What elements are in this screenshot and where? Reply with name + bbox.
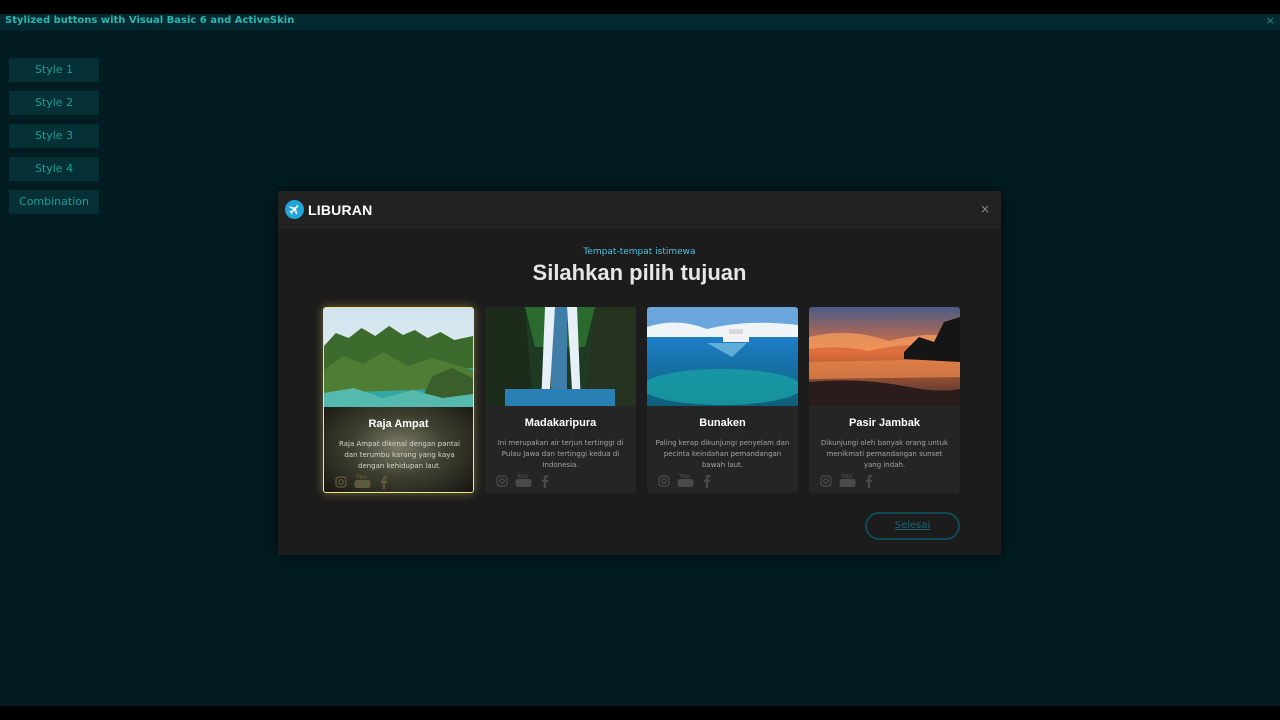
dialog-header: LIBURAN ×	[278, 191, 1001, 229]
card-social-icons: You	[820, 472, 900, 489]
card-title: Pasir Jambak	[849, 417, 920, 429]
card-body: Bunaken Paling kerap dikunjungi penyelam…	[647, 406, 798, 493]
destination-card-raja-ampat[interactable]: Raja Ampat Raja Ampat dikenal dengan pan…	[323, 307, 474, 493]
destination-card-pasir-jambak[interactable]: Pasir Jambak Dikunjungi oleh banyak oran…	[809, 307, 960, 493]
instagram-icon[interactable]	[496, 475, 508, 487]
card-title: Bunaken	[699, 417, 746, 429]
dialog-headline: Silahkan pilih tujuan	[532, 260, 747, 285]
card-social-icons: You	[658, 472, 738, 489]
card-description: Paling kerap dikunjungi penyelam dan pec…	[655, 439, 790, 469]
done-button[interactable]: Selesai	[865, 512, 960, 540]
card-title: Madakaripura	[524, 417, 597, 429]
instagram-icon[interactable]	[658, 475, 670, 487]
style-1-button[interactable]: Style 1	[9, 58, 99, 82]
style-3-button[interactable]: Style 3	[9, 124, 99, 148]
card-social-icons: You	[496, 472, 576, 489]
card-body: Raja Ampat Raja Ampat dikenal dengan pan…	[324, 407, 473, 492]
close-icon[interactable]: ×	[1266, 14, 1275, 27]
window-title: Stylized buttons with Visual Basic 6 and…	[5, 15, 295, 26]
style-2-button[interactable]: Style 2	[9, 91, 99, 115]
brand-name: LIBURAN	[308, 202, 373, 218]
card-description: Dikunjungi oleh banyak orang untuk menik…	[820, 439, 949, 469]
card-body: Pasir Jambak Dikunjungi oleh banyak oran…	[809, 406, 960, 493]
combination-button[interactable]: Combination	[9, 190, 99, 214]
destination-dialog: LIBURAN × Tempat-tempat istimewa Silahka…	[278, 191, 1001, 555]
instagram-icon[interactable]	[335, 476, 347, 488]
app-window: Stylized buttons with Visual Basic 6 and…	[0, 14, 1280, 706]
airplane-icon	[285, 200, 304, 219]
card-description: Raja Ampat dikenal dengan pantai dan ter…	[339, 440, 460, 470]
title-bar[interactable]: Stylized buttons with Visual Basic 6 and…	[0, 14, 1280, 30]
card-social-icons: You	[335, 473, 415, 490]
youtube-icon[interactable]: You	[677, 472, 694, 488]
facebook-icon[interactable]	[380, 476, 388, 489]
facebook-icon[interactable]	[703, 475, 711, 488]
youtube-icon[interactable]: You	[354, 473, 371, 489]
destination-card-madakaripura[interactable]: Madakaripura Ini merupakan air terjun te…	[485, 307, 636, 493]
card-title: Raja Ampat	[368, 418, 429, 430]
dialog-subtitle: Tempat-tempat istimewa	[583, 247, 696, 257]
pasir-jambak-image	[809, 307, 960, 406]
youtube-icon[interactable]: You	[839, 472, 856, 488]
style-4-button[interactable]: Style 4	[9, 157, 99, 181]
destination-card-bunaken[interactable]: Bunaken Paling kerap dikunjungi penyelam…	[647, 307, 798, 493]
card-body: Madakaripura Ini merupakan air terjun te…	[485, 406, 636, 493]
facebook-icon[interactable]	[865, 475, 873, 488]
raja-ampat-image	[324, 308, 473, 407]
youtube-icon[interactable]: You	[515, 472, 532, 488]
facebook-icon[interactable]	[541, 475, 549, 488]
instagram-icon[interactable]	[820, 475, 832, 487]
dialog-close-icon[interactable]: ×	[980, 202, 990, 216]
madakaripura-image	[485, 307, 636, 406]
bunaken-image	[647, 307, 798, 406]
card-description: Ini merupakan air terjun tertinggi di Pu…	[497, 439, 624, 469]
